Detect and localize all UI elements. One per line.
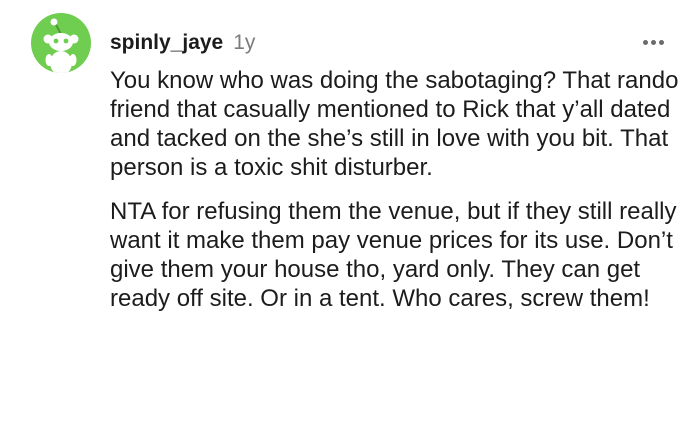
more-options-icon <box>643 40 648 45</box>
reddit-snoo-avatar-icon <box>43 18 79 73</box>
comment-header: spinly_jaye 1y <box>110 31 255 57</box>
username-link[interactable]: spinly_jaye <box>110 31 223 55</box>
more-options-button[interactable] <box>638 30 670 54</box>
avatar[interactable] <box>31 13 91 73</box>
more-options-icon-dot <box>651 40 656 45</box>
comment-body: You know who was doing the sabotaging? T… <box>110 66 690 313</box>
comment-paragraph: NTA for refusing them the venue, but if … <box>110 198 677 312</box>
comment-age: 1y <box>233 31 256 54</box>
comment: spinly_jaye 1y You know who was doing th… <box>0 0 700 426</box>
comment-paragraph: You know who was doing the sabotaging? T… <box>110 67 679 181</box>
more-options-icon-dot <box>659 40 664 45</box>
